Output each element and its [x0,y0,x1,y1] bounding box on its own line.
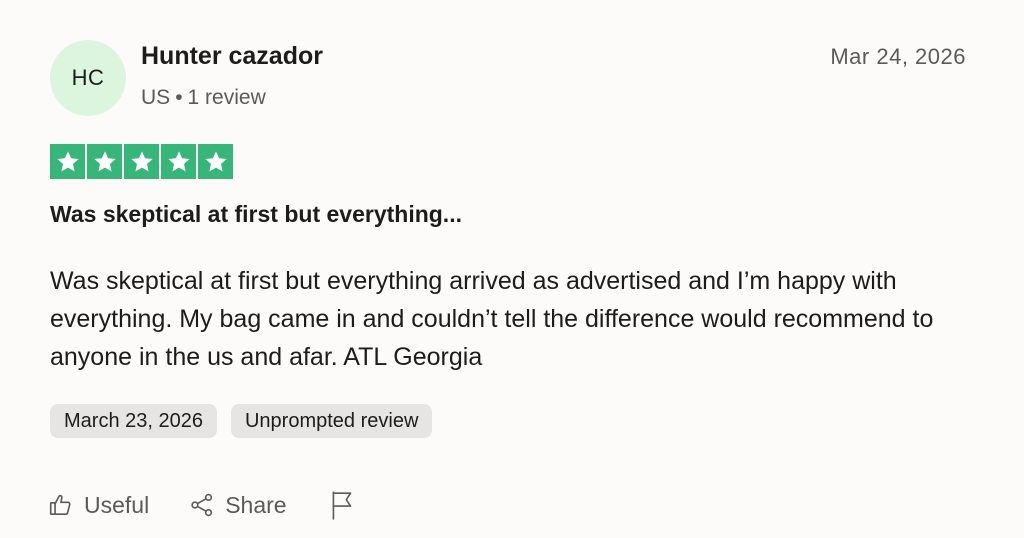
review-tags: March 23, 2026 Unprompted review [50,404,433,438]
meta-separator: • [175,86,183,109]
useful-label: Useful [84,491,150,518]
star-icon [124,144,159,179]
star-rating [50,144,233,179]
flag-icon [332,491,351,520]
thumbs-up-icon [49,494,71,516]
share-label: Share [225,491,287,518]
review-type-tag[interactable]: Unprompted review [230,404,433,438]
reviewer-country: US [141,86,171,109]
reviewer-name[interactable]: Hunter cazador [141,42,323,71]
review-body: Was skeptical at first but everything ar… [50,267,934,371]
review-actions: Useful Share [48,490,355,520]
experience-date-tag: March 23, 2026 [50,404,217,438]
reviewer-meta: US • 1 review [141,86,266,110]
review-date: Mar 24, 2026 [830,44,966,69]
avatar[interactable]: HC [50,40,126,116]
reviewer-review-count: 1 review [187,86,266,109]
star-icon [50,144,85,179]
share-icon [191,493,213,517]
share-button[interactable]: Share [189,491,287,519]
useful-button[interactable]: Useful [48,492,149,519]
report-button[interactable] [329,490,355,520]
star-icon [87,144,122,179]
star-icon [198,144,233,179]
star-icon [161,144,196,179]
review-title: Was skeptical at first but everything... [50,201,462,227]
